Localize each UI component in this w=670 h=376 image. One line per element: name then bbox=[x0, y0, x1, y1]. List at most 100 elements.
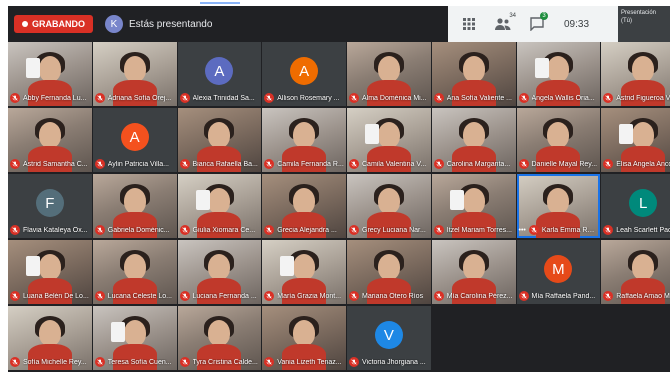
empty-grid-cell bbox=[601, 306, 670, 370]
mic-muted-icon bbox=[10, 291, 20, 301]
participant-name: Carolina Margarita... bbox=[446, 160, 511, 168]
participant-tile[interactable]: Giulia Xiomara Ce... bbox=[177, 174, 262, 238]
participant-tile[interactable]: Mía Carolina Pérez... bbox=[431, 240, 516, 304]
participant-label: Giulia Xiomara Ce... bbox=[179, 224, 260, 236]
participant-tile[interactable]: Itzel Mariam Torres... bbox=[431, 174, 516, 238]
mic-muted-icon bbox=[603, 291, 614, 301]
participant-label: Camila Fernanda R... bbox=[264, 158, 344, 170]
participant-tile[interactable]: Grecia Alejandra ... bbox=[262, 174, 346, 238]
participant-video-face bbox=[123, 188, 146, 214]
chat-icon[interactable]: 3 bbox=[524, 11, 550, 37]
participant-tile[interactable]: Gabriela Doménic... bbox=[92, 174, 177, 238]
mic-muted-icon bbox=[94, 357, 105, 367]
mic-muted-icon bbox=[179, 225, 190, 235]
participant-name: María Grazia Mont... bbox=[277, 292, 342, 300]
participant-name: Elisa Angela Anco... bbox=[616, 160, 670, 168]
held-paper bbox=[26, 58, 40, 78]
participant-video-face bbox=[208, 320, 231, 346]
chat-badge: 3 bbox=[540, 12, 548, 20]
participant-tile[interactable]: Luciana Fernanda ... bbox=[177, 240, 262, 304]
held-paper bbox=[365, 124, 379, 144]
participant-grid: Abby Fernanda Lu... Adriana Sofía Orej...… bbox=[8, 42, 670, 372]
participant-name: Camila Valentina V... bbox=[362, 160, 427, 168]
participant-video-face bbox=[462, 254, 485, 280]
held-paper bbox=[534, 58, 549, 78]
participant-tile[interactable]: F Flavia Kataleya Ox... bbox=[8, 174, 92, 238]
participant-tile[interactable]: Lucana Celeste Lo... bbox=[92, 240, 177, 304]
participant-tile[interactable]: Luana Belén De Lo... bbox=[8, 240, 92, 304]
participant-tile[interactable]: L Leah Scarlett Padi... bbox=[601, 174, 670, 238]
participant-tile[interactable]: Carolina Margarita... bbox=[431, 108, 516, 172]
participant-tile[interactable]: Angela Wallis Oria... bbox=[516, 42, 601, 106]
participant-video-face bbox=[293, 122, 316, 148]
participant-tile[interactable]: Astrid Figueroa Va... bbox=[601, 42, 670, 106]
participant-name: Leah Scarlett Padi... bbox=[616, 226, 670, 234]
participant-tile[interactable]: Teresa Sofía Cuen... bbox=[92, 306, 177, 370]
mic-muted-icon bbox=[518, 159, 529, 169]
grid-view-icon[interactable] bbox=[456, 11, 482, 37]
participant-tile[interactable]: Danielle Mayal Rey... bbox=[516, 108, 601, 172]
participant-video-face bbox=[38, 254, 61, 280]
participant-avatar: A bbox=[120, 123, 149, 151]
held-paper bbox=[280, 256, 295, 276]
participant-label: ••• Karla Emma ROJA... bbox=[519, 224, 598, 236]
top-accent-strip bbox=[200, 2, 240, 4]
participant-tile[interactable]: Camila Fernanda R... bbox=[262, 108, 346, 172]
participant-label: Alexia Trinidad Sa... bbox=[179, 92, 260, 104]
participant-tile[interactable]: ••• Karla Emma ROJA... bbox=[516, 174, 601, 238]
mic-muted-icon bbox=[433, 159, 444, 169]
participant-label: Leah Scarlett Padi... bbox=[603, 224, 670, 236]
participant-name: Itzel Mariam Torres... bbox=[446, 226, 512, 234]
participant-tile[interactable]: Abby Fernanda Lu... bbox=[8, 42, 92, 106]
participant-label: Elisa Angela Anco... bbox=[603, 158, 670, 170]
participant-tile[interactable]: Tyra Cristina Calde... bbox=[177, 306, 262, 370]
participant-name: Tyra Cristina Calde... bbox=[192, 358, 258, 366]
participant-tile[interactable]: Grecy Luciana Nar... bbox=[347, 174, 431, 238]
participant-tile[interactable]: Elisa Angela Anco... bbox=[601, 108, 670, 172]
presentation-thumbnail[interactable]: Presentación (Tú) bbox=[618, 6, 670, 42]
participant-tile[interactable]: Camila Valentina V... bbox=[347, 108, 431, 172]
participant-tile[interactable]: Adriana Sofía Orej... bbox=[92, 42, 177, 106]
participant-name: Alma Doménica Mi... bbox=[362, 94, 427, 102]
mic-muted-icon bbox=[433, 93, 444, 103]
presenter-avatar: K bbox=[105, 15, 123, 33]
mic-muted-icon bbox=[349, 357, 359, 367]
participant-label: Mía Carolina Pérez... bbox=[433, 290, 514, 302]
participant-tile[interactable]: Raffaela Amao M... bbox=[601, 240, 670, 304]
participant-video-face bbox=[208, 188, 231, 214]
participant-video-face bbox=[632, 56, 655, 82]
participant-label: Tyra Cristina Calde... bbox=[179, 356, 260, 368]
mic-muted-icon bbox=[10, 159, 20, 169]
mic-muted-icon bbox=[349, 159, 359, 169]
participant-tile[interactable]: Bianca Rafaella Ba... bbox=[177, 108, 262, 172]
mic-muted-icon bbox=[264, 225, 275, 235]
record-dot-icon bbox=[22, 21, 28, 27]
participant-tile[interactable]: Astrid Samantha C... bbox=[8, 108, 92, 172]
participant-tile[interactable]: M Mía Raffaela Pand... bbox=[516, 240, 601, 304]
recording-badge[interactable]: GRABANDO bbox=[14, 15, 93, 33]
participant-tile[interactable]: Alma Doménica Mi... bbox=[347, 42, 431, 106]
participant-video-face bbox=[123, 254, 146, 280]
participant-tile[interactable]: A Aylin Patricia Villa... bbox=[92, 108, 177, 172]
participant-tile[interactable]: Vania Lizeth Tenaz... bbox=[262, 306, 346, 370]
people-icon[interactable]: 34 bbox=[490, 11, 516, 37]
participant-name: Vania Lizeth Tenaz... bbox=[277, 358, 342, 366]
participant-name: Mariana Otero Ríos bbox=[362, 292, 424, 300]
participant-label: María Grazia Mont... bbox=[264, 290, 344, 302]
participant-tile[interactable]: A Allison Rosemary ... bbox=[262, 42, 346, 106]
participant-tile[interactable]: V Victoria Jhorgiana ... bbox=[347, 306, 431, 370]
participant-tile[interactable]: María Grazia Mont... bbox=[262, 240, 346, 304]
participant-tile[interactable]: A Alexia Trinidad Sa... bbox=[177, 42, 262, 106]
mic-muted-icon bbox=[94, 225, 105, 235]
participant-tile[interactable]: Sofía Michelle Rey... bbox=[8, 306, 92, 370]
participant-name: Mía Carolina Pérez... bbox=[446, 292, 513, 300]
participant-name: Raffaela Amao M... bbox=[616, 292, 670, 300]
participant-tile[interactable]: Ana Sofía Valiente ... bbox=[431, 42, 516, 106]
participant-name: Mía Raffaela Pand... bbox=[531, 292, 596, 300]
participant-label: Grecia Alejandra ... bbox=[264, 224, 344, 236]
participant-video-face bbox=[123, 56, 146, 82]
presenting-status: Estás presentando bbox=[129, 18, 213, 30]
more-options-icon[interactable]: ••• bbox=[519, 227, 526, 234]
participant-tile[interactable]: Mariana Otero Ríos bbox=[347, 240, 431, 304]
recording-label: GRABANDO bbox=[32, 19, 85, 29]
